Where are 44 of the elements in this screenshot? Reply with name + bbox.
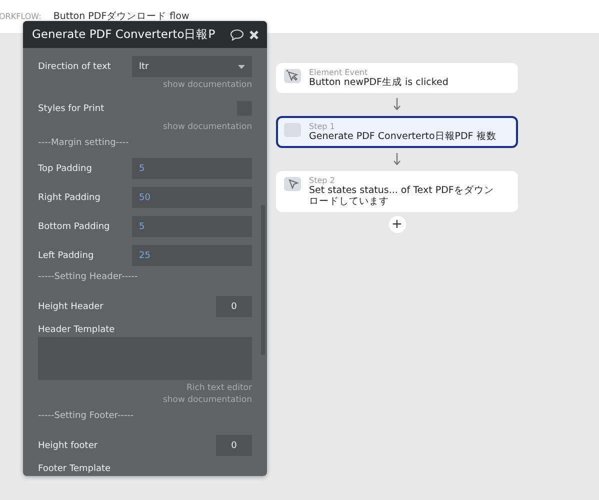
step-caption: Element Event (309, 68, 369, 77)
input-field[interactable]: 5 (132, 158, 252, 179)
step-description: Button newPDF生成 is clicked (309, 77, 448, 88)
step-description: Set states status... of Text PDFをダウンロードしています (309, 185, 495, 207)
field-label: Header Template (38, 325, 115, 335)
dropdown[interactable]: ltr (132, 56, 252, 77)
section-heading: -----Setting Footer----- (38, 411, 135, 423)
workflow-step-card[interactable]: Element Event Button newPDF生成 is clicked (276, 63, 518, 93)
step-icon (284, 123, 301, 137)
add-step-button[interactable]: + (388, 216, 406, 233)
caret-icon (238, 64, 245, 68)
workflow-step-card[interactable]: Step 1 Generate PDF Converterto日報PDF 複数 (276, 116, 518, 148)
step-caption: Step 1 (309, 122, 336, 131)
field-label: Bottom Padding (38, 222, 110, 232)
documentation-link[interactable]: show documentation (162, 122, 252, 132)
input-field[interactable]: 25 (132, 245, 252, 266)
field-label: Height Header (38, 302, 104, 312)
input-field[interactable]: 50 (132, 187, 252, 208)
close-icon[interactable] (249, 30, 259, 40)
pointer-icon (284, 177, 301, 191)
field-label: Right Padding (38, 192, 100, 202)
workflow-step-card[interactable]: Step 2 Set states status... of Text PDFをダウンロードしています (276, 171, 518, 212)
field-label: Styles for Print (38, 104, 104, 114)
comment-icon[interactable] (230, 28, 244, 40)
input-field[interactable]: 0 (216, 435, 252, 456)
step-description: Generate PDF Converterto日報PDF 複数 (309, 131, 496, 142)
down-arrow-icon (393, 98, 401, 111)
field-label: Direction of text (38, 62, 111, 72)
section-heading: -----Setting Header----- (38, 272, 139, 284)
field-label: Height footer (38, 440, 98, 450)
field-label: Top Padding (38, 164, 92, 174)
input-field[interactable]: 5 (132, 216, 252, 237)
field-label: Left Padding (38, 250, 94, 260)
cursor-click-icon (284, 69, 301, 83)
field-label: Footer Template (38, 464, 111, 474)
input-field[interactable]: 0 (216, 296, 252, 317)
documentation-link[interactable]: Rich text editor (186, 383, 252, 393)
down-arrow-icon (393, 153, 401, 166)
documentation-link[interactable]: show documentation (162, 395, 252, 405)
step-caption: Step 2 (309, 176, 336, 185)
workflow-name: Button PDFダウンロード flow (53, 10, 190, 23)
panel-title: Generate PDF Converterto日報P (32, 27, 216, 42)
section-heading: ----Margin setting---- (38, 138, 130, 150)
documentation-link[interactable]: show documentation (162, 80, 252, 90)
